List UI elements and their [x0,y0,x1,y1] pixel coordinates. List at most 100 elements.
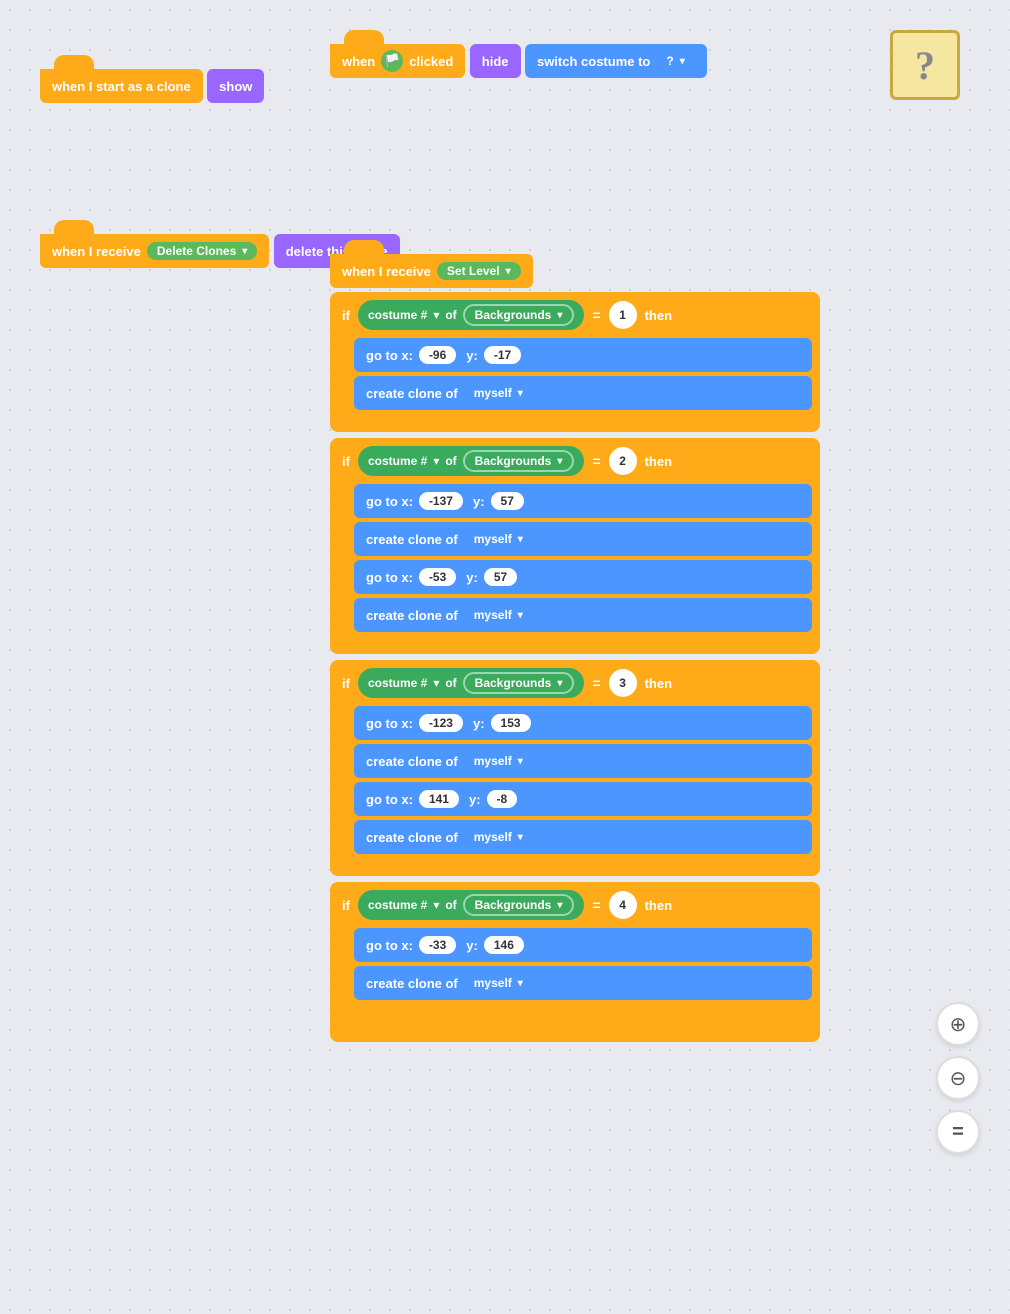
create-clone-2b[interactable]: create clone of myself ▾ [354,598,812,632]
costume-sensor-1[interactable]: costume # ▾ of Backgrounds ▾ [358,300,584,330]
receive-event-pill[interactable]: Delete Clones ▾ [147,242,257,260]
if-row-2: if costume # ▾ of Backgrounds ▾ = 2 then [330,438,820,484]
goto-3b[interactable]: go to x: 141 y: -8 [354,782,812,816]
x-val-2a[interactable]: -137 [419,492,463,510]
clone-start-stack: when I start as a clone show [40,55,264,105]
backgrounds-label-1: Backgrounds [475,308,552,322]
when-label: when [342,54,375,69]
backgrounds-3[interactable]: Backgrounds ▾ [463,672,575,694]
eq-2: = [592,453,600,469]
myself-label-2a: myself [474,532,512,546]
when-start-clone-block[interactable]: when I start as a clone [40,69,203,103]
goto-2a[interactable]: go to x: -137 y: 57 [354,484,812,518]
create-clone-3b[interactable]: create clone of myself ▾ [354,820,812,854]
y-val-2b[interactable]: 57 [484,568,517,586]
costume-val-pill[interactable]: ? ▾ [656,52,694,70]
if-label-3: if [342,676,350,691]
num-pill-1[interactable]: 1 [609,301,637,329]
flag-clicked-stack: when 🏳️ clicked hide switch costume to ?… [330,30,707,80]
dropdown-arr-1[interactable]: ▾ [433,308,439,322]
if-row-3: if costume # ▾ of Backgrounds ▾ = 3 then [330,660,820,706]
num-val-2: 2 [619,454,626,468]
set-level-pill[interactable]: Set Level ▾ [437,262,521,280]
costume-sensor-2[interactable]: costume # ▾ of Backgrounds ▾ [358,446,584,476]
switch-costume-block[interactable]: switch costume to ? ▾ [525,44,707,78]
y-label-1: y: [466,348,478,363]
show-block[interactable]: show [207,69,264,103]
switch-costume-label: switch costume to [537,54,650,69]
costume-sensor-4[interactable]: costume # ▾ of Backgrounds ▾ [358,890,584,920]
receive-event-label: Delete Clones [157,244,236,258]
when-receive-set-level[interactable]: when I receive Set Level ▾ [330,254,533,288]
goto-3a[interactable]: go to x: -123 y: 153 [354,706,812,740]
zoom-controls: ⊕ ⊖ = [936,1002,980,1154]
create-clone-3a[interactable]: create clone of myself ▾ [354,744,812,778]
if-label-1: if [342,308,350,323]
when-receive-block[interactable]: when I receive Delete Clones ▾ [40,234,269,268]
clicked-label: clicked [409,54,453,69]
hide-label: hide [482,54,509,69]
then-label-1: then [645,308,672,323]
backgrounds-1[interactable]: Backgrounds ▾ [463,304,575,326]
myself-pill-2b[interactable]: myself ▾ [464,606,533,624]
backgrounds-2[interactable]: Backgrounds ▾ [463,450,575,472]
costume-val: ? [666,54,673,68]
goto-2b[interactable]: go to x: -53 y: 57 [354,560,812,594]
zoom-in-icon: ⊕ [950,1012,967,1037]
myself-pill-2a[interactable]: myself ▾ [464,530,533,548]
goto-label-2b: go to x: [366,570,413,585]
goto-label-1: go to x: [366,348,413,363]
when-start-clone-label: when I start as a clone [52,79,191,94]
backgrounds-label-2: Backgrounds [475,454,552,468]
if-block-2: if costume # ▾ of Backgrounds ▾ = 2 then [330,438,820,654]
eq-1: = [592,307,600,323]
goto-4[interactable]: go to x: -33 y: 146 [354,928,812,962]
y-val-2a[interactable]: 57 [491,492,524,510]
num-pill-3[interactable]: 3 [609,669,637,697]
costume-hash-2: costume # [368,454,427,468]
backgrounds-4[interactable]: Backgrounds ▾ [463,894,575,916]
when-receive-label: when I receive [52,244,141,259]
zoom-out-button[interactable]: ⊖ [936,1056,980,1100]
if-label-2: if [342,454,350,469]
receive-dropdown-arrow[interactable]: ▾ [242,246,247,257]
show-label: show [219,79,252,94]
myself-pill-1[interactable]: myself ▾ [464,384,533,402]
of-label-2: of [445,454,456,468]
goto-1[interactable]: go to x: -96 y: -17 [354,338,812,372]
when-receive-set-level-label: when I receive [342,264,431,279]
zoom-fit-button[interactable]: = [936,1110,980,1154]
y-label-2b: y: [466,570,478,585]
if-indent-1: go to x: -96 y: -17 create clone of myse… [354,338,812,414]
myself-label-1: myself [474,386,512,400]
create-clone-label-1: create clone of [366,386,458,401]
myself-label-2b: myself [474,608,512,622]
create-clone-1[interactable]: create clone of myself ▾ [354,376,812,410]
scratch-canvas: ? when I start as a clone show when I re… [0,0,1010,1314]
set-level-dropdown[interactable]: ▾ [506,266,511,277]
costume-hash-1: costume # [368,308,427,322]
num-pill-2[interactable]: 2 [609,447,637,475]
create-clone-2a[interactable]: create clone of myself ▾ [354,522,812,556]
flag-clicked-block[interactable]: when 🏳️ clicked [330,44,465,78]
x-val-2b[interactable]: -53 [419,568,456,586]
if-block-3: if costume # ▾ of Backgrounds ▾ = 3 then [330,660,820,876]
costume-sensor-3[interactable]: costume # ▾ of Backgrounds ▾ [358,668,584,698]
if-indent-3: go to x: -123 y: 153 create clone of mys… [354,706,812,858]
zoom-in-button[interactable]: ⊕ [936,1002,980,1046]
of-label-1: of [445,308,456,322]
create-clone-label-2b: create clone of [366,608,458,623]
goto-label-2a: go to x: [366,494,413,509]
hide-block[interactable]: hide [470,44,521,78]
x-val-1[interactable]: -96 [419,346,456,364]
set-level-stack: when I receive Set Level ▾ if costume # … [330,240,820,1042]
y-val-1[interactable]: -17 [484,346,521,364]
if-label-4: if [342,898,350,913]
costume-dropdown[interactable]: ▾ [680,56,685,67]
green-flag-icon: 🏳️ [381,50,403,72]
zoom-out-icon: ⊖ [950,1066,967,1091]
num-pill-4[interactable]: 4 [609,891,637,919]
question-icon[interactable]: ? [890,30,960,100]
create-clone-4[interactable]: create clone of myself ▾ [354,966,812,1000]
set-level-label: Set Level [447,264,500,278]
